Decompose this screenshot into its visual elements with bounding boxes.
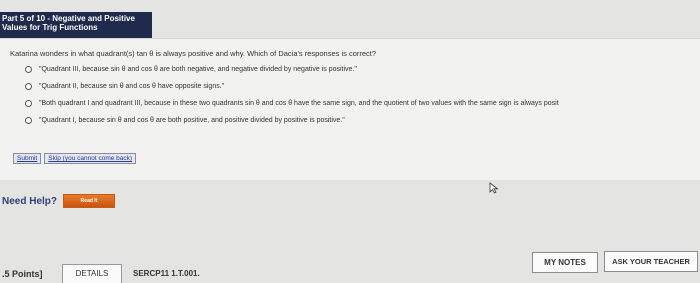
submit-button[interactable]: Submit [13, 153, 42, 164]
section-header-line2: Values for Trig Functions [2, 23, 98, 32]
answer-option-label: "Quadrant II, because sin θ and cos θ ha… [39, 83, 225, 90]
details-button[interactable]: DETAILS [62, 264, 122, 283]
need-help-label: Need Help? [2, 195, 58, 207]
answer-option[interactable]: "Both quadrant I and quadrant III, becau… [25, 95, 559, 112]
answer-option-label: "Quadrant I, because sin θ and cos θ are… [39, 117, 345, 124]
answer-option[interactable]: "Quadrant I, because sin θ and cos θ are… [25, 112, 559, 129]
answer-option[interactable]: "Quadrant II, because sin θ and cos θ ha… [25, 78, 559, 95]
problem-footer: .5 Points] DETAILS SERCP11 1.T.001. MY N… [0, 251, 700, 283]
skip-button[interactable]: Skip (you cannot come back) [44, 153, 137, 164]
radio-button[interactable] [25, 83, 32, 90]
ask-teacher-button[interactable]: ASK YOUR TEACHER [604, 251, 698, 272]
question-text: Katarina wonders in what quadrant(s) tan… [10, 49, 377, 58]
answer-option[interactable]: "Quadrant III, because sin θ and cos θ a… [25, 61, 559, 78]
section-header-line1: Part 5 of 10 - Negative and Positive [2, 14, 135, 23]
section-header: Part 5 of 10 - Negative and Positive Val… [0, 12, 152, 38]
mouse-cursor-icon [489, 182, 499, 194]
need-help-section: Need Help? Read It [2, 194, 116, 208]
problem-id: SERCP11 1.T.001. [133, 269, 200, 278]
answer-option-label: "Both quadrant I and quadrant III, becau… [39, 100, 559, 107]
question-panel: Katarina wonders in what quadrant(s) tan… [0, 38, 700, 180]
radio-button[interactable] [25, 66, 32, 73]
radio-button[interactable] [25, 100, 32, 107]
answer-options: "Quadrant III, because sin θ and cos θ a… [25, 61, 559, 129]
my-notes-button[interactable]: MY NOTES [532, 252, 598, 273]
points-label: .5 Points] [2, 269, 43, 279]
read-it-button[interactable]: Read It [63, 194, 116, 208]
answer-option-label: "Quadrant III, because sin θ and cos θ a… [39, 66, 357, 73]
radio-button[interactable] [25, 117, 32, 124]
answer-actions: Submit Skip (you cannot come back) [13, 153, 137, 164]
